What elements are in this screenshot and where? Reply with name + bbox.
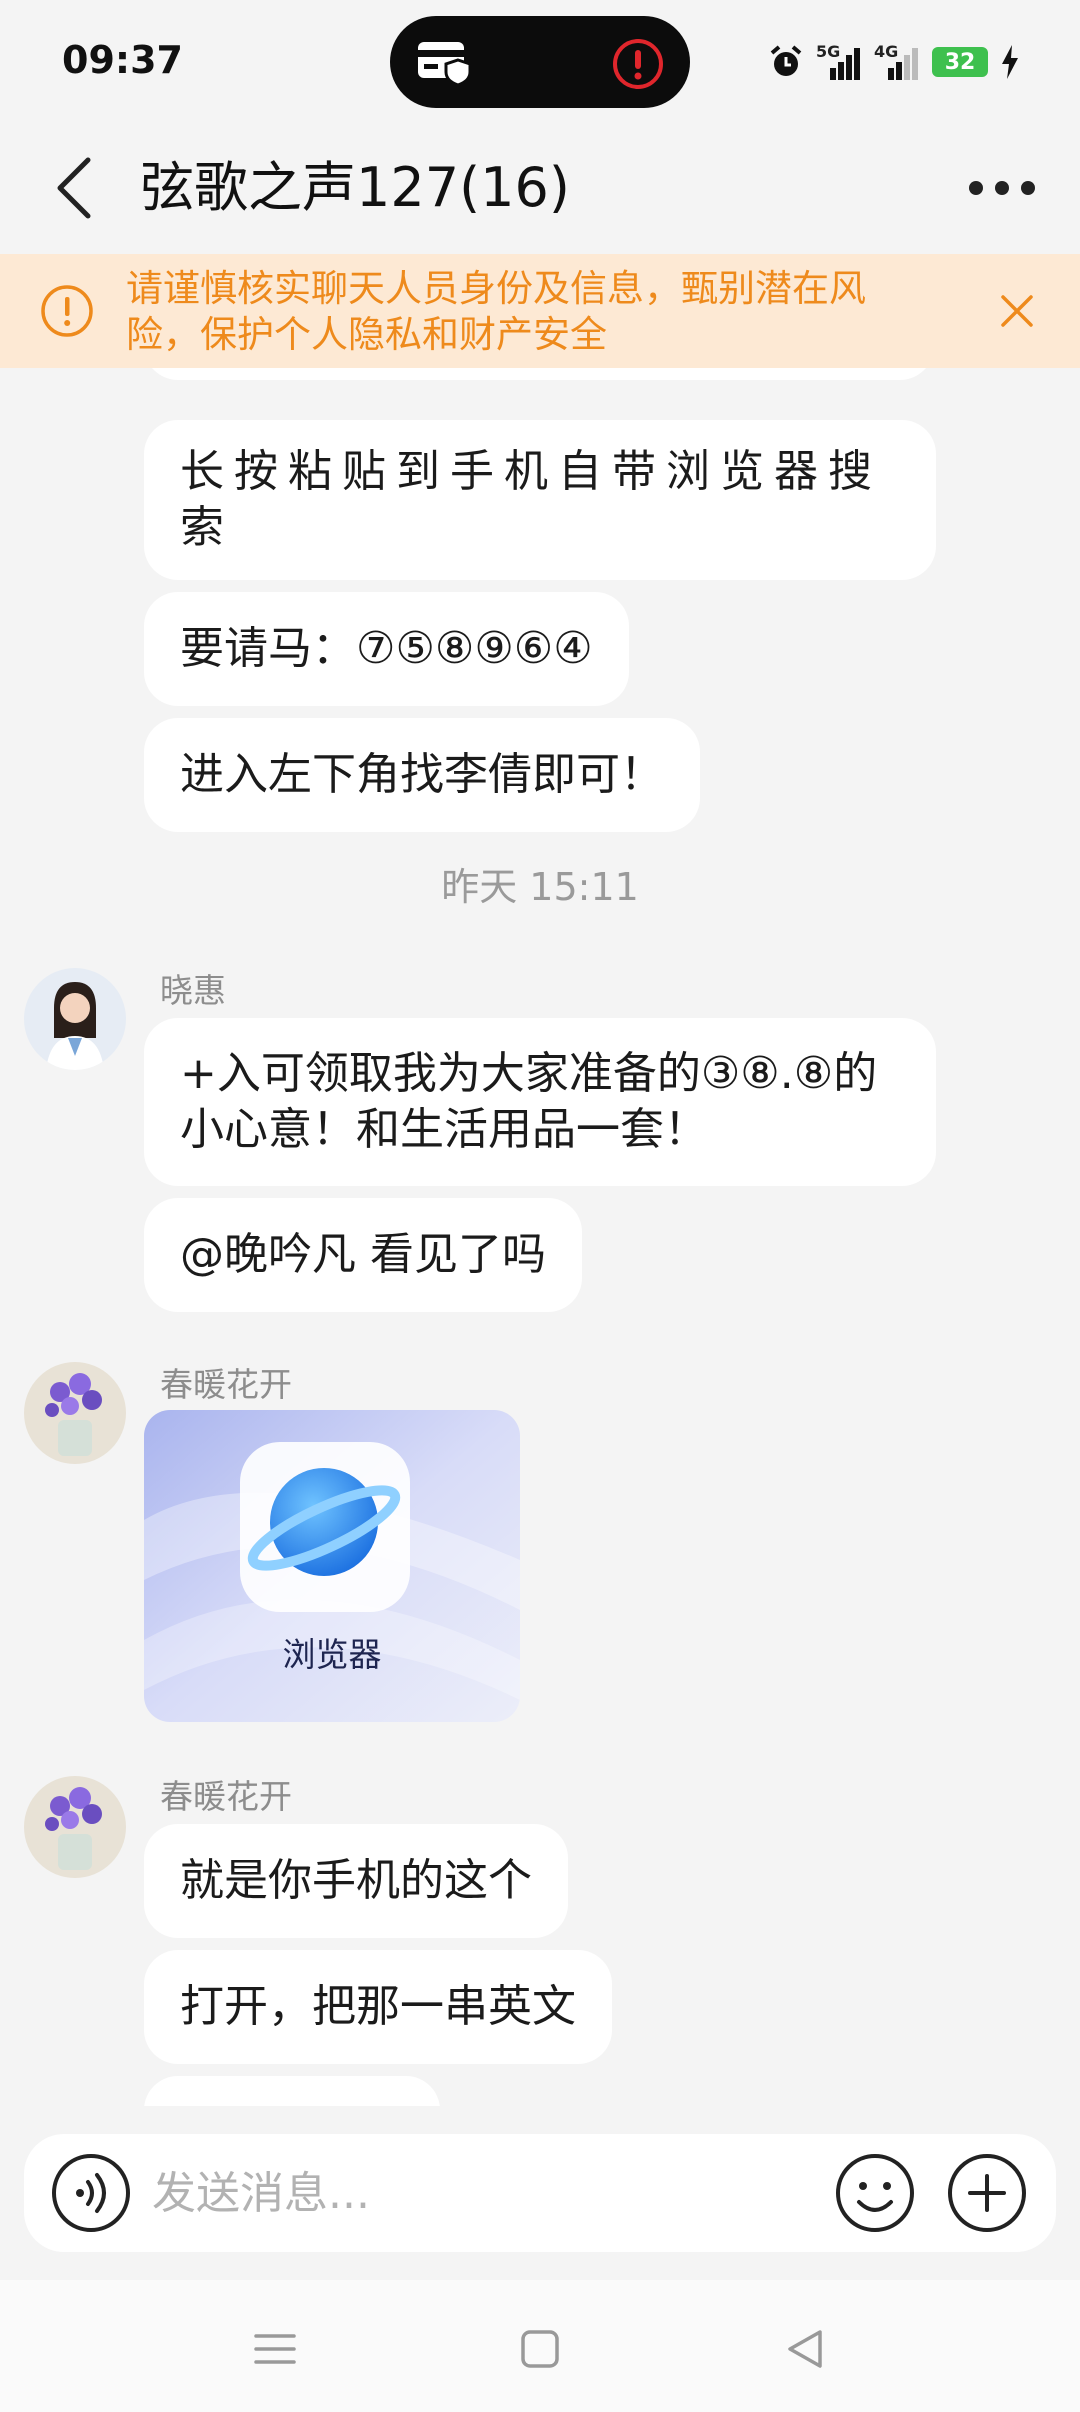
battery-indicator: 32 [932,47,988,77]
image-caption: 浏览器 [282,1635,382,1674]
alert-icon [613,39,663,89]
signal-4g-icon: 4G [874,42,920,82]
sender-name: 晓惠 [160,971,226,1010]
sender-name: 春暖花开 [160,1365,292,1404]
back-icon[interactable] [44,150,104,226]
emoji-icon[interactable] [834,2152,916,2234]
plus-icon[interactable] [946,2152,1028,2234]
message-bubble-clipped[interactable] [144,2076,440,2106]
message-bubble[interactable]: +入可领取我为大家准备的③⑧.⑧的小心意！和生活用品一套！ [144,1018,936,1186]
message-bubble[interactable]: 进入左下角找李倩即可！ [144,718,700,832]
message-input[interactable] [152,2156,812,2230]
home-icon[interactable] [515,2324,565,2374]
message-text: +入可领取我为大家准备的③⑧.⑧的小心意！和生活用品一套！ [180,1048,878,1155]
alarm-icon [770,45,802,76]
avatar[interactable] [24,1362,126,1464]
dynamic-island[interactable] [390,16,690,108]
message-bubble[interactable]: @晚吟凡 看见了吗 [144,1198,582,1312]
avatar[interactable] [24,1776,126,1878]
status-time: 09:37 [62,38,183,82]
sender-name: 春暖花开 [160,1777,292,1816]
message-text: 要请马：⑦⑤⑧⑨⑥④ [180,623,593,674]
message-bubble[interactable]: 要请马：⑦⑤⑧⑨⑥④ [144,592,629,706]
message-text: 长按粘贴到手机自带浏览器搜索 [180,446,882,553]
flower-avatar-icon [24,1776,126,1878]
message-text: @晚吟凡 看见了吗 [180,1229,546,1280]
message-bubble[interactable]: 就是你手机的这个 [144,1824,568,1938]
chat-header: 弦歌之声127(16) [0,122,1080,254]
menu-icon[interactable] [250,2324,300,2374]
status-bar: 09:37 5G 4G 32 [0,0,1080,122]
avatar[interactable] [24,968,126,1070]
system-navigation-bar [0,2280,1080,2412]
voice-input-icon[interactable] [50,2152,132,2234]
message-bubble-clipped[interactable] [144,368,934,380]
close-icon[interactable] [990,284,1044,338]
status-icons: 5G 4G 32 [768,40,1020,84]
warning-text: 请谨慎核实聊天人员身份及信息，甄别潜在风险，保护个人隐私和财产安全 [126,267,866,356]
signal-5g-icon: 5G [816,42,862,82]
message-text: 进入左下角找李倩即可！ [180,749,664,800]
message-list[interactable]: 长按粘贴到手机自带浏览器搜索 要请马：⑦⑤⑧⑨⑥④ 进入左下角找李倩即可！ 昨天… [0,368,1080,2106]
back-triangle-icon[interactable] [780,2324,830,2374]
message-text: 就是你手机的这个 [180,1855,532,1906]
message-text: 打开，把那一串英文 [180,1981,576,2032]
safety-warning-banner: 请谨慎核实聊天人员身份及信息，甄别潜在风险，保护个人隐私和财产安全 [0,254,1080,368]
message-bubble[interactable]: 长按粘贴到手机自带浏览器搜索 [144,420,936,580]
person-avatar-icon [24,968,126,1070]
charging-icon [1002,45,1018,79]
warning-icon [41,285,93,337]
chat-title: 弦歌之声127(16) [140,156,570,219]
message-timestamp: 昨天 15:11 [441,865,639,909]
message-input-bar [24,2134,1056,2252]
flower-avatar-icon [24,1362,126,1464]
more-options-icon[interactable] [964,158,1040,218]
image-message[interactable]: 浏览器 [144,1410,520,1722]
card-shield-icon [418,42,472,86]
message-bubble[interactable]: 打开，把那一串英文 [144,1950,612,2064]
